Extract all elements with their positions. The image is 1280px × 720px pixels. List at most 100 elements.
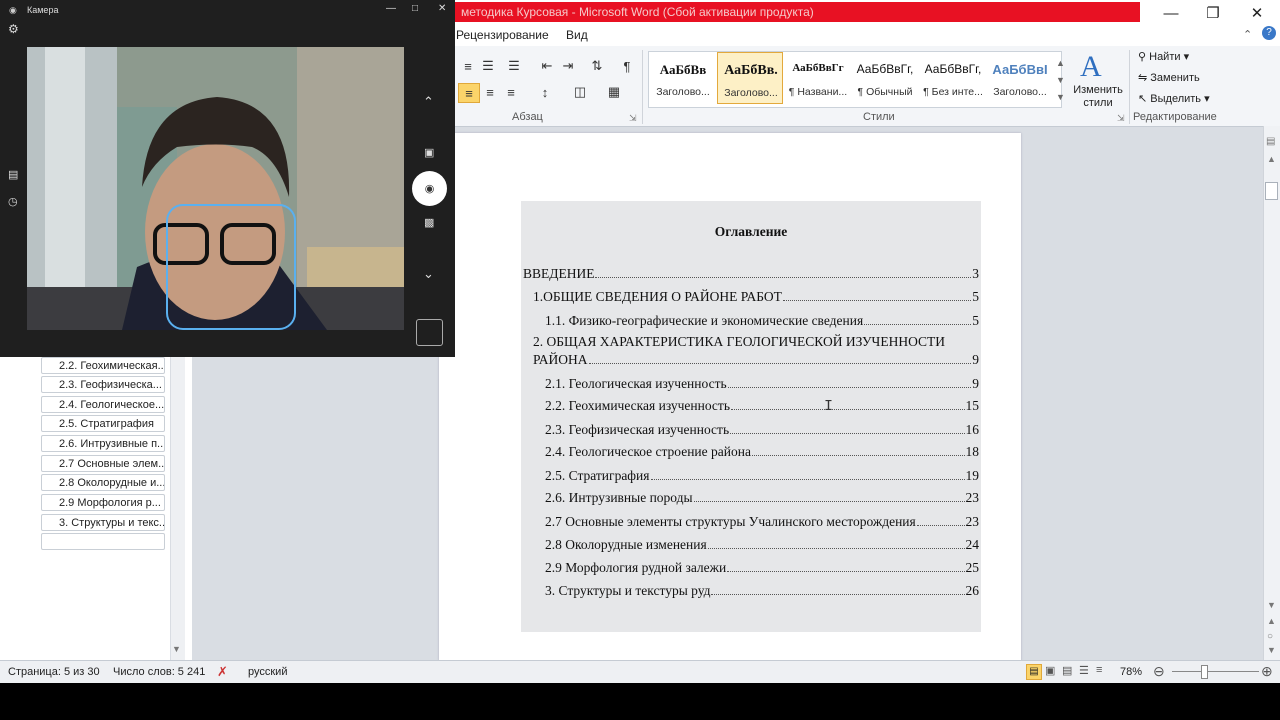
camera-close-icon[interactable]: ✕ [438,3,446,14]
style-heading1[interactable]: АаБбВв Заголово... [650,52,716,104]
style-heading2-selected[interactable]: АаБбВв. Заголово... [717,52,783,104]
nav-scroll-down-icon[interactable]: ▼ [172,644,181,654]
camera-hdr-icon[interactable]: ▤ [8,168,18,181]
camera-settings-icon[interactable]: ⚙ [8,22,19,36]
restore-icon[interactable]: ❐ [1192,0,1234,26]
nav-heading-item[interactable]: 2.6. Интрузивные п... [41,435,165,452]
nav-heading-item[interactable]: 3. Структуры и текс... [41,514,165,531]
align-center-icon[interactable]: ≡ [480,83,500,101]
toc-entry[interactable]: 2.1. Геологическая изученность 9 [545,376,979,392]
nav-scrollbar[interactable] [170,357,185,660]
outline-icon[interactable]: ☰ [1079,664,1089,677]
sort-icon[interactable]: ⇅ [587,57,607,75]
page-counter[interactable]: Страница: 5 из 30 [8,666,100,678]
camera-expand-down-icon[interactable]: ⌄ [423,266,434,282]
toc-entry-text: 2.3. Геофизическая изученность [545,422,730,437]
toc-entry[interactable]: 2.5. Стратиграфия 19 [545,468,979,484]
zoom-slider-thumb[interactable] [1201,665,1208,679]
toc-entry[interactable]: 2.3. Геофизическая изученность 16 [545,422,979,438]
collapse-ribbon-icon[interactable]: ⌃ [1243,28,1252,41]
change-styles-button[interactable]: Изменить стили [1072,84,1124,110]
nav-heading-item[interactable]: 2.4. Геологическое... [41,396,165,413]
scroll-up-icon[interactable]: ▲ [1267,154,1276,164]
browse-object-icon[interactable]: ○ [1267,631,1273,642]
style-sample: АаБбВв. [724,63,778,78]
style-heading3[interactable]: АаБбВвI Заголово... [987,52,1053,104]
zoom-out-icon[interactable]: ⊖ [1153,663,1165,680]
zoom-in-icon[interactable]: ⊕ [1261,663,1273,680]
nav-empty-item[interactable] [41,533,165,550]
language-indicator[interactable]: русский [248,666,287,678]
close-icon[interactable]: ✕ [1236,0,1278,26]
borders-icon[interactable]: ▦ [604,83,624,101]
show-marks-icon[interactable]: ¶ [617,57,637,75]
style-normal[interactable]: АаБбВвГг, ¶ Обычный [852,52,918,104]
bullets-icon[interactable]: ≡ [458,57,478,75]
toc-entry[interactable]: ВВЕДЕНИЕ 3 [523,266,979,282]
next-page-icon[interactable]: ▼ [1267,645,1276,655]
video-mode-icon[interactable]: ▣ [424,146,434,159]
styles-scroll-icon[interactable]: ▲ ▼ ▼ [1056,55,1065,106]
previous-page-icon[interactable]: ▲ [1267,616,1276,626]
toc-entry[interactable]: 2.6. Интрузивные породы 23 [545,490,979,506]
toc-entry[interactable]: 1.1. Физико-географические и экономическ… [545,313,979,329]
toc-entry[interactable]: 2.7 Основные элементы структуры Учалинск… [545,514,979,530]
toc-entry[interactable]: 3. Структуры и текстуры руд 26 [545,583,979,599]
toc-entry-text: РАЙОНА [533,352,588,367]
multilevel-list-icon[interactable]: ☰ [504,57,524,75]
help-icon[interactable]: ? [1262,26,1276,40]
style-no-spacing[interactable]: АаБбВвГг, ¶ Без инте... [920,52,986,104]
style-title[interactable]: АаБбВвГг ¶ Названи... [785,52,851,104]
nav-heading-item[interactable]: 2.3. Геофизическа... [41,376,165,393]
zoom-level[interactable]: 78% [1120,666,1142,678]
nav-heading-item[interactable]: 2.7 Основные элем... [41,455,165,472]
toc-entry[interactable]: 2.2. Геохимическая изученность 15 [545,398,979,414]
decrease-indent-icon[interactable]: ⇤ [537,57,557,75]
nav-heading-item[interactable]: 2.9 Морфология р... [41,494,165,511]
web-layout-icon[interactable]: ▤ [1062,664,1072,677]
camera-collapse-up-icon[interactable]: ⌃ [423,94,434,110]
toc-entry[interactable]: РАЙОНА 9 [533,352,979,368]
toc-entry-text-line1[interactable]: 2. ОБЩАЯ ХАРАКТЕРИСТИКА ГЕОЛОГИЧЕСКОЙ ИЗ… [533,334,945,350]
zoom-slider-track[interactable] [1172,671,1259,672]
align-left-icon[interactable]: ≡ [458,83,480,103]
nav-heading-item[interactable]: 2.2. Геохимическая... [41,357,165,374]
toc-entry[interactable]: 2.8 Околорудные изменения 24 [545,537,979,553]
select-button[interactable]: ↖ Выделить ▾ [1138,92,1210,105]
tab-review[interactable]: Рецензирование [456,28,549,42]
camera-timer-icon[interactable]: ◷ [8,195,18,208]
toc-entry-page: 24 [965,537,980,552]
toc-entry[interactable]: 2.9 Морфология рудной залежи 25 [545,560,979,576]
gallery-thumbnail[interactable] [416,319,443,346]
toc-entry[interactable]: 1.ОБЩИЕ СВЕДЕНИЯ О РАЙОНЕ РАБОТ 5 [533,289,979,305]
toc-entry-text: 1.1. Физико-географические и экономическ… [545,313,864,328]
change-styles-icon[interactable]: A [1080,50,1102,84]
word-count[interactable]: Число слов: 5 241 [113,666,205,678]
replace-button[interactable]: ⇋ Заменить [1138,71,1200,84]
barcode-mode-icon[interactable]: ▩ [424,216,434,229]
nav-heading-item[interactable]: 2.8 Околорудные и... [41,474,165,491]
paragraph-dialog-icon[interactable]: ⇲ [629,113,637,124]
nav-heading-item[interactable]: 2.5. Стратиграфия [41,415,165,432]
tab-view[interactable]: Вид [566,28,588,42]
draft-icon[interactable]: ≡ [1096,664,1102,676]
styles-dialog-icon[interactable]: ⇲ [1117,113,1125,124]
full-screen-reading-icon[interactable]: ▣ [1045,664,1055,677]
justify-icon[interactable]: ≡ [501,83,521,101]
increase-indent-icon[interactable]: ⇥ [558,57,578,75]
line-spacing-icon[interactable]: ↕ [535,83,555,101]
shading-icon[interactable]: ◫ [570,83,590,101]
scroll-thumb[interactable] [1265,182,1278,200]
minimize-icon[interactable]: — [1150,0,1192,26]
numbering-icon[interactable]: ☰ [478,57,498,75]
take-photo-button[interactable]: ◉ [412,171,447,206]
ruler-toggle-icon[interactable]: ▤ [1266,136,1275,147]
scroll-down-icon[interactable]: ▼ [1267,600,1276,610]
find-button[interactable]: ⚲ Найти ▾ [1138,50,1189,63]
print-layout-icon[interactable]: ▤ [1026,664,1042,680]
vertical-scrollbar[interactable] [1263,126,1280,660]
camera-maximize-icon[interactable]: □ [412,3,418,14]
proofing-icon[interactable]: ✗ [217,664,228,680]
camera-minimize-icon[interactable]: — [386,3,396,14]
toc-entry[interactable]: 2.4. Геологическое строение района 18 [545,444,979,460]
